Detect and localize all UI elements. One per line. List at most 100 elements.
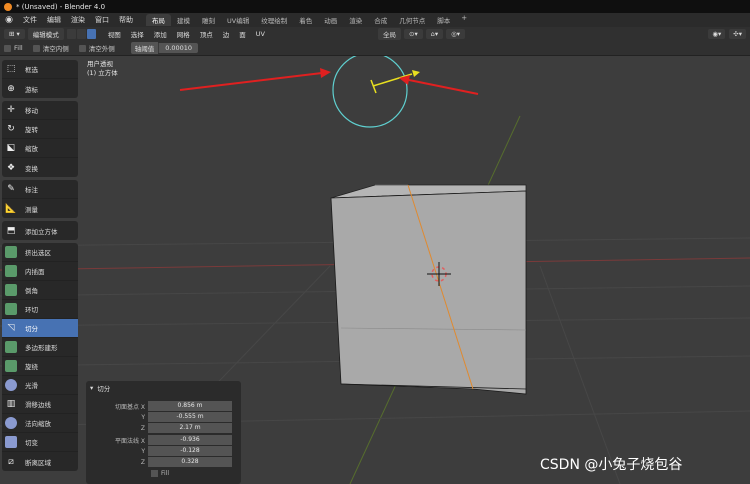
snap-icon[interactable]: ⌂▾: [425, 29, 444, 39]
fill-checkbox[interactable]: Fill: [4, 44, 23, 52]
editor-type-button[interactable]: ⊞ ▾: [4, 29, 25, 39]
add-cube-icon: ⬒: [6, 225, 16, 236]
menu-help[interactable]: 帮助: [114, 15, 138, 25]
vertex-select-icon[interactable]: [66, 29, 76, 39]
fill-option-checkbox[interactable]: Fill: [151, 470, 169, 477]
face-select-icon[interactable]: [86, 29, 96, 39]
top-menu-bar: ◉ 文件 编辑 渲染 窗口 帮助 布局 建模 雕刻 UV编辑 纹理绘制 着色 动…: [0, 13, 750, 27]
tab-shading[interactable]: 着色: [293, 14, 318, 26]
tool-shear[interactable]: 切变: [2, 433, 78, 452]
menu-add[interactable]: 添加: [149, 29, 172, 39]
axis-threshold-value[interactable]: 0.00010: [158, 43, 199, 53]
cube-front-face: [330, 190, 527, 395]
menu-face[interactable]: 面: [234, 29, 251, 39]
gizmo-toggle-icon[interactable]: ✣▾: [729, 29, 746, 39]
object-name: (1) 立方体: [87, 69, 118, 77]
menu-file[interactable]: 文件: [18, 15, 42, 25]
tool-scale[interactable]: ⬕ 缩放: [2, 139, 78, 158]
tool-bisect[interactable]: ◹ 切分: [2, 319, 78, 338]
menu-window[interactable]: 窗口: [90, 15, 114, 25]
tool-label: 框选: [25, 66, 38, 74]
axis-z-label: Z: [140, 458, 145, 466]
tab-uv-editing[interactable]: UV编辑: [221, 14, 255, 26]
plane-point-z-field[interactable]: 2.17 m: [148, 423, 232, 433]
menu-view[interactable]: 视图: [103, 29, 126, 39]
plane-point-label: 切面基点 X: [114, 403, 145, 411]
tab-sculpting[interactable]: 雕刻: [196, 14, 221, 26]
tool-rotate[interactable]: ↻ 旋转: [2, 120, 78, 139]
tool-inset-faces[interactable]: 内插面: [2, 262, 78, 281]
plane-normal-y-field[interactable]: -0.128: [148, 446, 232, 456]
tool-transform[interactable]: ❖ 变换: [2, 158, 78, 177]
shear-icon: [5, 436, 17, 448]
tool-edge-slide[interactable]: ▥ 滑移边线: [2, 395, 78, 414]
menu-select[interactable]: 选择: [126, 29, 149, 39]
tab-scripting[interactable]: 脚本: [431, 14, 456, 26]
cursor-icon: ⊕: [7, 83, 15, 94]
operator-title: 切分: [97, 385, 111, 393]
tool-rip-region[interactable]: ⧄ 断离区域: [2, 452, 78, 471]
view-name: 用户透视: [87, 60, 113, 68]
pivot-point-icon[interactable]: ⊙▾: [404, 29, 423, 39]
viewport-header: ⊞ ▾ 编辑模式 视图 选择 添加 网格 顶点 边 面 UV 全局 ⊙▾ ⌂▾ …: [0, 27, 750, 41]
menu-edit[interactable]: 编辑: [42, 15, 66, 25]
select-box-icon: ⬚: [6, 64, 16, 74]
tab-geometry-nodes[interactable]: 几何节点: [393, 14, 431, 26]
tool-select-box[interactable]: ⬚ 框选: [2, 60, 78, 79]
axis-threshold-field[interactable]: 轴阈值 0.00010: [130, 42, 199, 54]
axis-y-label: Y: [141, 447, 145, 455]
mode-dropdown[interactable]: 编辑模式: [27, 28, 64, 40]
tool-annotate[interactable]: ✎ 标注: [2, 180, 78, 199]
tool-label: 游标: [25, 85, 38, 94]
tool-spin[interactable]: 旋绕: [2, 357, 78, 376]
tab-modeling[interactable]: 建模: [171, 14, 196, 26]
tool-label: 光滑: [25, 382, 38, 390]
plane-normal-z-field[interactable]: 0.328: [148, 457, 232, 467]
proportional-edit-icon[interactable]: ◎▾: [446, 29, 466, 39]
clear-inner-checkbox[interactable]: 清空内侧: [32, 43, 69, 53]
add-workspace-button[interactable]: +: [456, 14, 472, 26]
menu-mesh[interactable]: 网格: [172, 29, 195, 39]
tool-label: 添加立方体: [25, 227, 58, 236]
clear-outer-checkbox[interactable]: 清空外侧: [78, 43, 115, 53]
title-bar: * (Unsaved) - Blender 4.0: [0, 0, 750, 13]
operator-panel[interactable]: ▾ 切分 切面基点 X 0.856 m Y -0.555 m Z 2.17 m …: [86, 381, 241, 484]
tool-group-add: ⬒ 添加立方体: [2, 221, 78, 240]
plane-point-y-field[interactable]: -0.555 m: [148, 412, 232, 422]
blender-menu-icon[interactable]: ◉: [4, 15, 14, 25]
axis-threshold-label: 轴阈值: [130, 42, 159, 54]
menu-render[interactable]: 渲染: [66, 15, 90, 25]
tool-poly-build[interactable]: 多边形建形: [2, 338, 78, 357]
plane-point-x-field[interactable]: 0.856 m: [148, 401, 232, 411]
plane-normal-x-field[interactable]: -0.936: [148, 435, 232, 445]
tool-move[interactable]: ✛ 移动: [2, 101, 78, 120]
tool-cursor[interactable]: ⊕ 游标: [2, 79, 78, 98]
tab-animation[interactable]: 动画: [318, 14, 343, 26]
menu-uv[interactable]: UV: [251, 30, 270, 38]
tool-shrink-fatten[interactable]: 法向缩放: [2, 414, 78, 433]
tool-add-cube[interactable]: ⬒ 添加立方体: [2, 221, 78, 240]
window-title: * (Unsaved) - Blender 4.0: [16, 2, 106, 11]
menu-vertex[interactable]: 顶点: [195, 29, 218, 39]
tool-loop-cut[interactable]: 环切: [2, 300, 78, 319]
tab-texture-paint[interactable]: 纹理绘制: [255, 14, 293, 26]
cube-mesh[interactable]: [330, 184, 527, 395]
tool-bevel[interactable]: 倒角: [2, 281, 78, 300]
tab-layout[interactable]: 布局: [146, 14, 171, 26]
tab-rendering[interactable]: 渲染: [343, 14, 368, 26]
tool-label: 缩放: [25, 145, 38, 153]
edge-select-icon[interactable]: [76, 29, 86, 39]
operator-panel-header[interactable]: ▾ 切分: [86, 381, 241, 395]
transform-orientation-dropdown[interactable]: 全局: [378, 28, 401, 40]
clear-outer-label: 清空外侧: [88, 45, 115, 53]
tool-label: 变换: [25, 164, 38, 173]
tool-smooth[interactable]: 光滑: [2, 376, 78, 395]
menu-edge[interactable]: 边: [218, 29, 235, 39]
bisect-gizmo-circle[interactable]: [332, 56, 408, 128]
tool-extrude-region[interactable]: 挤出选区: [2, 243, 78, 262]
tool-measure[interactable]: 📐 测量: [2, 199, 78, 218]
tool-group-mesh: 挤出选区 内插面 倒角 环切 ◹ 切分 多边形建形 旋绕 光滑 ▥ 滑移边线 法向缩…: [2, 243, 78, 471]
tool-settings-bar: Fill 清空内侧 清空外侧 轴阈值 0.00010: [0, 41, 750, 56]
visibility-icon[interactable]: ◉▾: [708, 29, 726, 39]
tab-compositing[interactable]: 合成: [368, 14, 393, 26]
